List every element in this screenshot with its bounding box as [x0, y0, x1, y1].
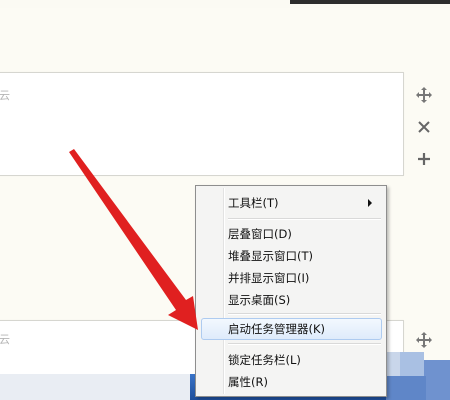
top-dark-bar	[290, 0, 450, 4]
menu-item-label: 层叠窗口(D)	[228, 227, 292, 241]
menu-item-label: 属性(R)	[228, 375, 268, 389]
menu-item-label: 启动任务管理器(K)	[228, 322, 326, 336]
gadget-label: 云	[0, 333, 10, 346]
menu-item-side-by-side[interactable]: 并排显示窗口(I)	[228, 270, 309, 286]
menu-item-properties[interactable]: 属性(R)	[228, 374, 268, 390]
gadget-label: 云	[0, 89, 10, 102]
menu-item-label: 堆叠显示窗口(T)	[228, 249, 313, 263]
menu-item-label: 并排显示窗口(I)	[228, 271, 310, 285]
submenu-arrow-icon	[368, 199, 372, 207]
blurred-block	[424, 360, 450, 400]
desktop-gadget-upper[interactable]: 云	[0, 72, 404, 176]
menu-item-label: 工具栏(T)	[228, 196, 279, 210]
menu-item-toolbars[interactable]: 工具栏(T)	[228, 195, 279, 211]
add-icon[interactable]	[414, 150, 434, 170]
taskbar-left-area	[0, 374, 190, 400]
menu-item-stack[interactable]: 堆叠显示窗口(T)	[228, 248, 313, 264]
menu-separator	[228, 218, 381, 220]
menu-item-label: 锁定任务栏(L)	[228, 353, 301, 367]
menu-item-label: 显示桌面(S)	[228, 293, 291, 307]
menu-separator	[228, 313, 381, 315]
menu-item-task-manager[interactable]: 启动任务管理器(K)	[228, 321, 325, 337]
menu-item-lock-taskbar[interactable]: 锁定任务栏(L)	[228, 352, 301, 368]
close-icon[interactable]	[414, 118, 434, 138]
move-icon[interactable]	[414, 331, 434, 351]
blurred-block	[386, 376, 426, 400]
move-icon[interactable]	[414, 86, 434, 106]
menu-gutter	[223, 188, 225, 394]
menu-item-cascade[interactable]: 层叠窗口(D)	[228, 226, 292, 242]
blurred-block	[400, 352, 424, 376]
taskbar-context-menu: 工具栏(T) 层叠窗口(D) 堆叠显示窗口(T) 并排显示窗口(I) 显示桌面(…	[195, 185, 387, 397]
menu-item-show-desktop[interactable]: 显示桌面(S)	[228, 292, 290, 308]
menu-separator	[228, 343, 381, 345]
red-arrow-shape	[69, 149, 198, 330]
